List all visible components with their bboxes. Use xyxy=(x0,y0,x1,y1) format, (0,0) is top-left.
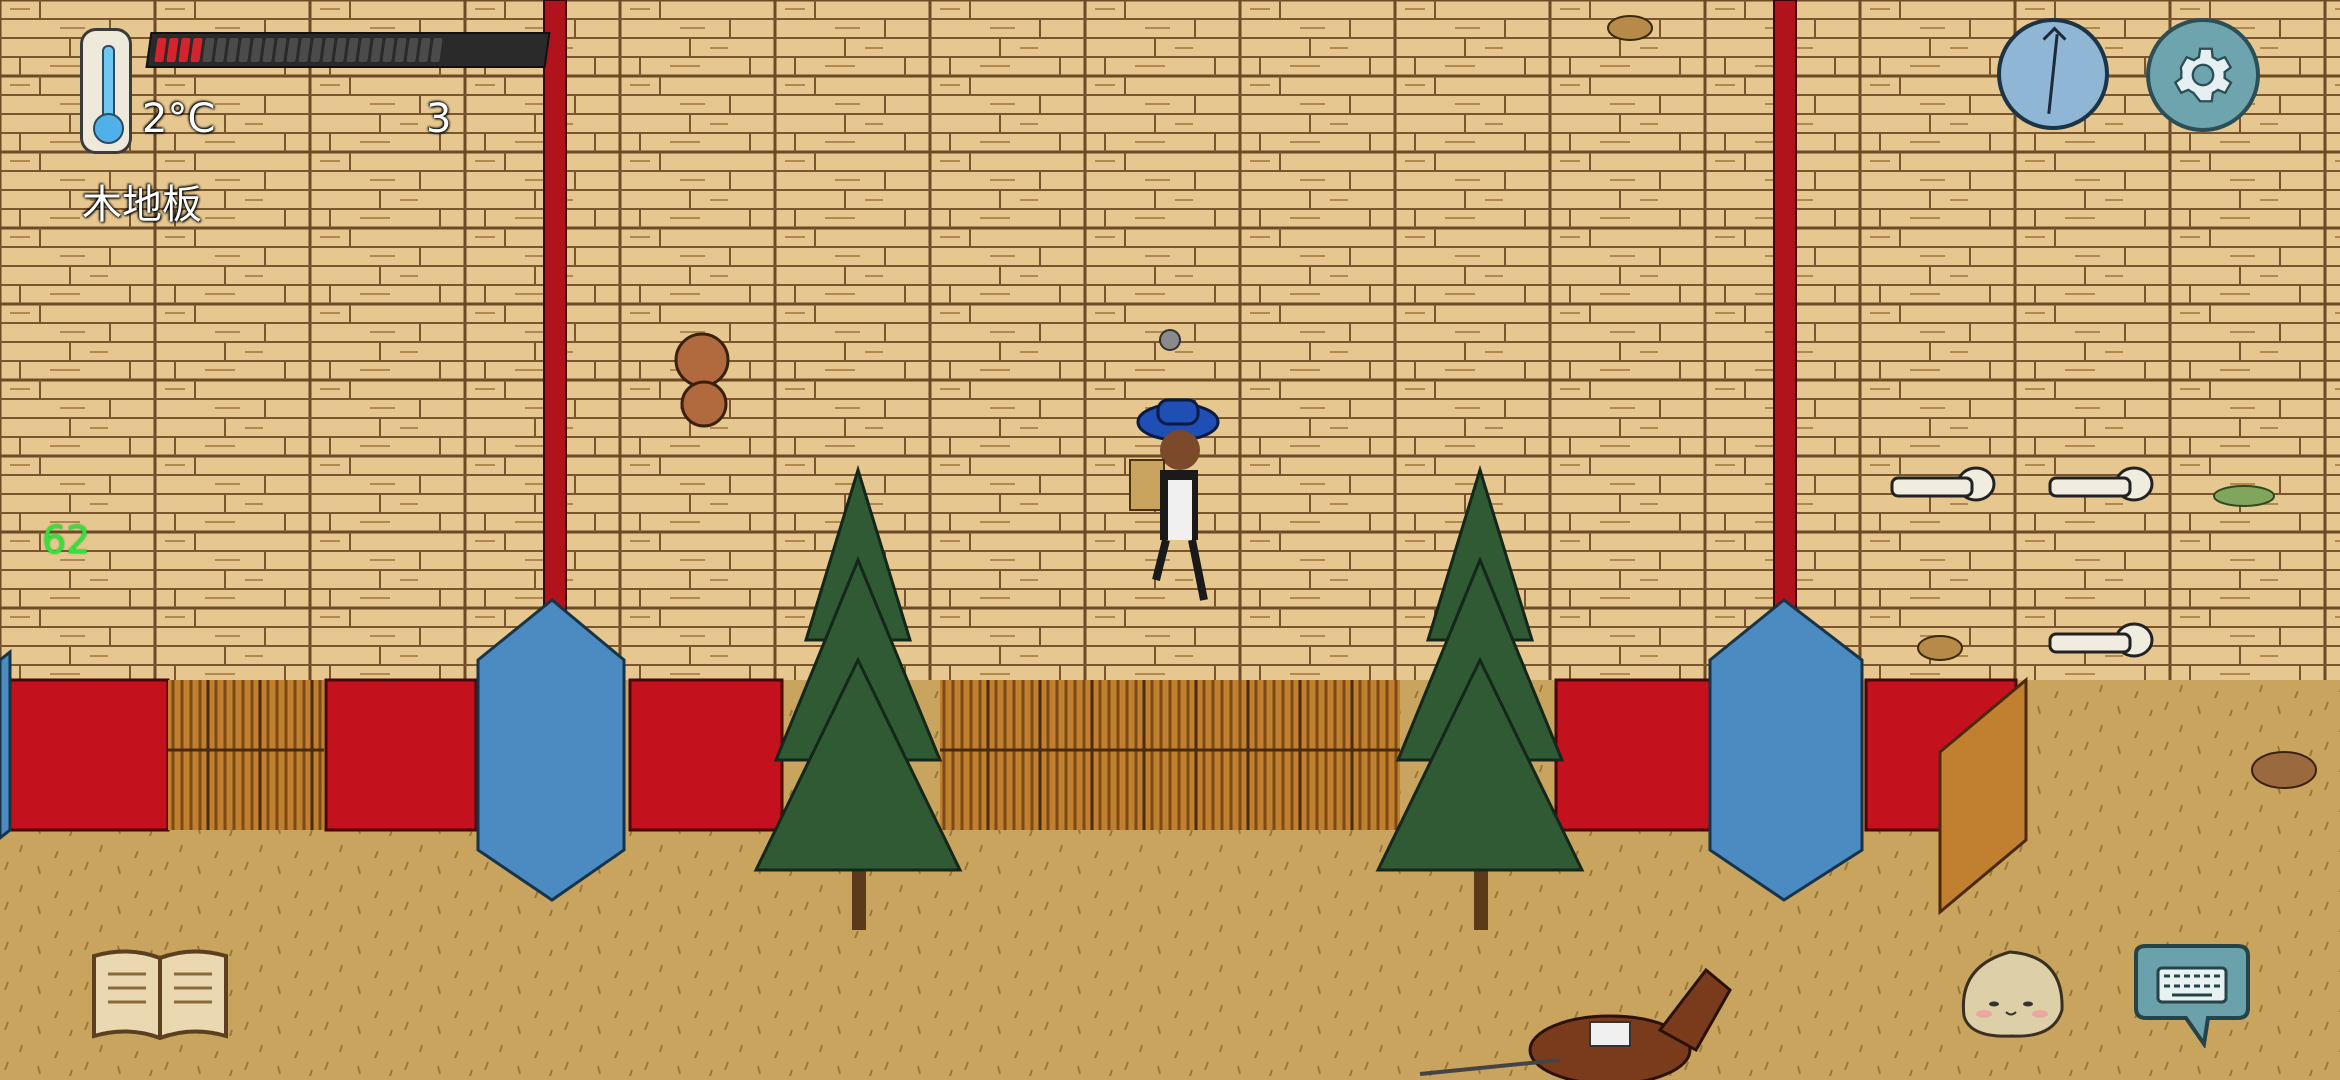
hunger-pip xyxy=(334,38,347,62)
hunger-pip xyxy=(262,38,275,62)
brown-creature[interactable] xyxy=(674,332,730,428)
book-icon xyxy=(92,949,228,1041)
recipe-book-button[interactable] xyxy=(88,944,232,1044)
hunger-pip xyxy=(154,38,167,62)
hunger-pip xyxy=(178,38,191,62)
emote-button[interactable] xyxy=(1954,946,2070,1040)
rabbit[interactable] xyxy=(2251,751,2317,789)
basket-item[interactable] xyxy=(1607,15,1653,41)
hunger-pip xyxy=(214,38,227,62)
thermometer-icon xyxy=(80,28,132,154)
compass-icon[interactable] xyxy=(1997,18,2109,130)
hunger-pip xyxy=(370,38,383,62)
hunger-pip xyxy=(322,38,335,62)
food-value: 3 xyxy=(426,96,452,142)
tile-name-label: 木地板 xyxy=(82,182,202,228)
hunger-pip xyxy=(274,38,287,62)
gear-icon xyxy=(2173,47,2233,103)
hunger-pip xyxy=(382,38,395,62)
stone-item[interactable] xyxy=(1159,329,1181,351)
hunger-pip xyxy=(226,38,239,62)
hunger-pip xyxy=(346,38,359,62)
emote-face-icon xyxy=(1961,950,2064,1038)
fps-counter: 62 xyxy=(42,518,91,562)
game-world[interactable] xyxy=(0,0,2340,1080)
hunger-pip xyxy=(418,38,431,62)
keyboard-icon xyxy=(2134,944,2250,1050)
hunger-pip xyxy=(286,38,299,62)
hunger-pip xyxy=(430,38,443,62)
hunger-pip xyxy=(358,38,371,62)
leaf-item[interactable] xyxy=(2213,485,2275,507)
settings-button[interactable] xyxy=(2146,18,2260,132)
hunger-pip xyxy=(250,38,263,62)
hunger-bar xyxy=(145,32,551,68)
basket-item[interactable] xyxy=(1917,635,1963,661)
hunger-pip xyxy=(166,38,179,62)
hunger-pip xyxy=(190,38,203,62)
hunger-pip xyxy=(310,38,323,62)
hunger-pip xyxy=(298,38,311,62)
hunger-pip xyxy=(406,38,419,62)
hunger-pip xyxy=(202,38,215,62)
hunger-pip xyxy=(394,38,407,62)
chat-button[interactable] xyxy=(2128,944,2254,1050)
wooden-door[interactable] xyxy=(940,680,1400,830)
hunger-pip xyxy=(238,38,251,62)
temperature-readout: 2°C xyxy=(142,96,216,142)
wooden-door[interactable] xyxy=(168,680,324,830)
